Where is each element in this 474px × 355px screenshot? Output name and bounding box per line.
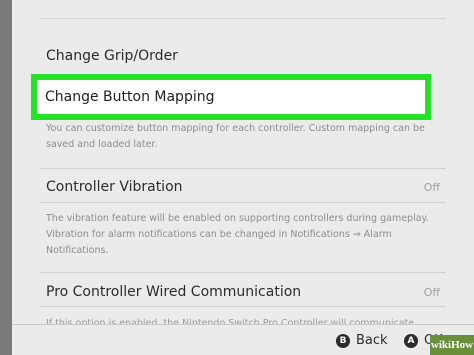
footer-bar: B Back A OK (12, 324, 474, 355)
controller-vibration-label: Controller Vibration (46, 179, 183, 195)
change-button-mapping-item[interactable]: Change Button Mapping (31, 74, 431, 120)
change-grip-order-label: Change Grip/Order (46, 48, 178, 64)
pro-controller-wired-item[interactable]: Pro Controller Wired Communication Off (40, 284, 446, 306)
mapping-description: You can customize button mapping for eac… (46, 123, 425, 150)
divider (40, 306, 446, 307)
divider (40, 168, 446, 169)
controller-vibration-value: Off (423, 181, 440, 194)
wikihow-watermark: wikiHow (430, 335, 474, 355)
divider (40, 272, 446, 273)
settings-screen: Change Grip/Order Change Button Mapping … (12, 0, 474, 355)
vibration-description: The vibration feature will be enabled on… (46, 213, 429, 256)
back-label: Back (356, 333, 388, 348)
b-button-icon: B (336, 333, 350, 348)
pro-controller-wired-value: Off (423, 286, 440, 299)
a-button-icon: A (404, 333, 418, 348)
back-button[interactable]: B Back (336, 333, 388, 348)
controller-vibration-item[interactable]: Controller Vibration Off (40, 179, 446, 201)
change-button-mapping-label: Change Button Mapping (45, 89, 215, 105)
divider (40, 18, 446, 19)
pro-controller-wired-label: Pro Controller Wired Communication (46, 284, 302, 300)
divider (40, 202, 446, 203)
change-grip-order-item[interactable]: Change Grip/Order (40, 48, 446, 72)
